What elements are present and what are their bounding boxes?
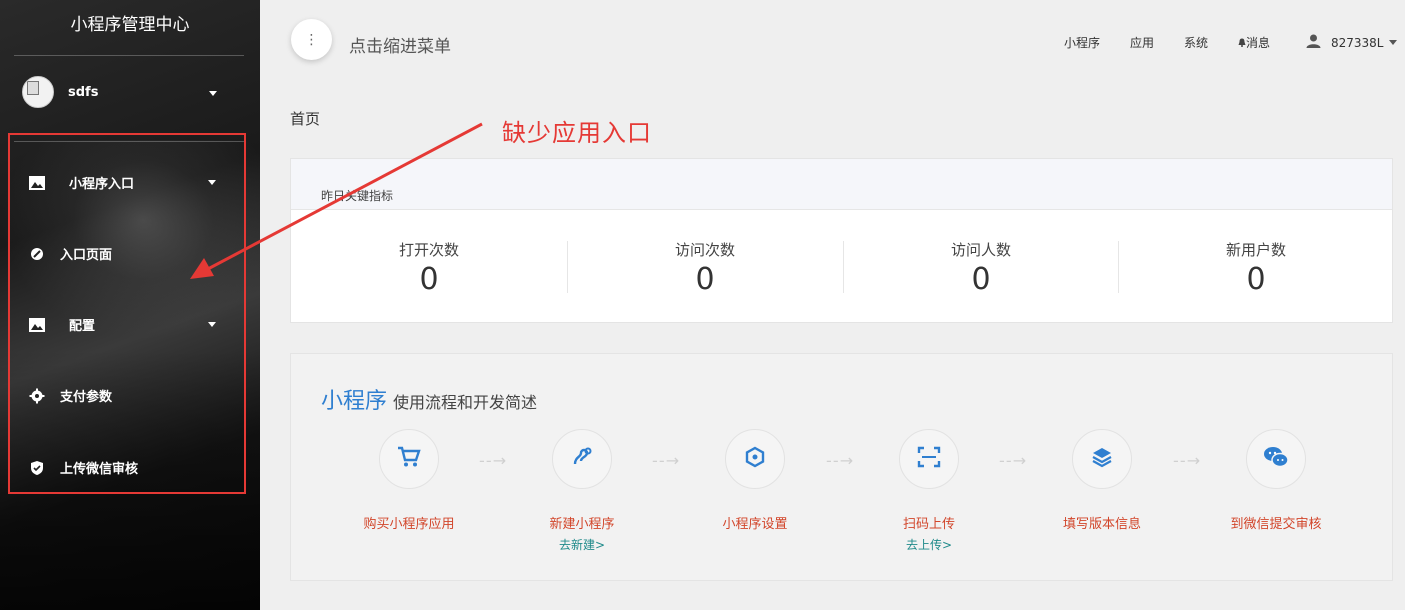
arrow-right-icon: - - → [1173, 451, 1200, 470]
step-label: 扫码上传 [902, 517, 955, 532]
step-label: 填写版本信息 [1062, 517, 1141, 532]
step-label: 购买小程序应用 [363, 517, 455, 532]
account-name: 827338L [1331, 35, 1384, 50]
step-settings: 小程序设置 [685, 429, 825, 536]
layers-icon [1091, 446, 1113, 472]
step-buy: 购买小程序应用 [339, 429, 479, 536]
step-icon-circle [1246, 429, 1306, 489]
user-name: sdfs [68, 84, 99, 100]
scan-icon [917, 446, 941, 472]
avatar[interactable] [22, 76, 54, 108]
user-profile[interactable]: sdfs [22, 76, 222, 108]
step-create: 新建小程序 去新建> [512, 429, 652, 553]
metric-visits: 访问次数 0 [567, 239, 843, 297]
metric-label: 访问次数 [674, 241, 735, 259]
arrow-right-icon: - - → [999, 451, 1026, 470]
arrow-right-icon: - - → [826, 451, 853, 470]
step-wechat-review: 到微信提交审核 [1206, 429, 1346, 536]
metric-label: 打开次数 [398, 241, 459, 259]
wechat-icon [1263, 446, 1289, 472]
metric-value: 0 [1246, 262, 1266, 297]
nav-label: 应用 [1130, 36, 1155, 50]
metrics-panel: 昨日关键指标 打开次数 0 访问次数 0 访问人数 0 新用户数 0 [290, 158, 1393, 323]
metric-value: 0 [971, 262, 991, 297]
step-label: 小程序设置 [722, 517, 788, 532]
metric-label: 新用户数 [1225, 241, 1286, 259]
annotation-text: 缺少应用入口 [502, 119, 652, 147]
cart-icon [397, 446, 421, 472]
bell-icon [1238, 36, 1246, 50]
nav-label: 系统 [1184, 36, 1209, 50]
arrow-right-icon: - - → [652, 451, 679, 470]
process-panel: 小程序 使用流程和开发简述 购买小程序应用 - - → 新建小程序 去新建> -… [290, 353, 1393, 581]
sidebar-brand: 小程序管理中心 [70, 15, 190, 35]
topbar: ⋮ 点击缩进菜单 小程序 应用 系统 消息 827338L [260, 0, 1405, 85]
metric-visitors: 访问人数 0 [843, 239, 1119, 297]
metric-new-users: 新用户数 0 [1118, 239, 1394, 297]
menu-toggle-button[interactable]: ⋮ [291, 19, 332, 60]
step-icon-circle [379, 429, 439, 489]
step-label: 到微信提交审核 [1230, 517, 1322, 532]
nav-label: 小程序 [1064, 36, 1101, 50]
process-title-sub: 使用流程和开发简述 [393, 393, 538, 412]
step-icon-circle [725, 429, 785, 489]
breadcrumb[interactable]: 首页 [290, 108, 320, 129]
sidebar-divider [14, 55, 244, 56]
process-title: 小程序 使用流程和开发简述 [321, 383, 537, 415]
step-version-info: 填写版本信息 [1032, 429, 1172, 536]
step-scan-upload: 扫码上传 去上传> [859, 429, 999, 553]
step-link[interactable]: 去新建> [512, 536, 652, 553]
chevron-down-icon[interactable] [209, 91, 217, 96]
nav-miniprogram[interactable]: 小程序 [1064, 34, 1100, 51]
process-title-main: 小程序 [321, 389, 388, 414]
metric-opens: 打开次数 0 [291, 239, 567, 297]
step-link[interactable]: 去上传> [859, 536, 999, 553]
nav-apps[interactable]: 应用 [1130, 34, 1154, 51]
annotation-highlight-box [8, 133, 246, 494]
metric-value: 0 [695, 262, 715, 297]
menu-toggle-label: 点击缩进菜单 [349, 37, 451, 57]
hexagon-icon [744, 446, 766, 472]
link-chain-icon [571, 446, 593, 472]
metric-value: 0 [419, 262, 439, 297]
arrow-right-icon: - - → [479, 451, 506, 470]
nav-system[interactable]: 系统 [1184, 34, 1208, 51]
step-icon-circle [899, 429, 959, 489]
more-vertical-icon: ⋮ [304, 31, 319, 48]
nav-messages[interactable]: 消息 [1238, 34, 1270, 51]
step-icon-circle [1072, 429, 1132, 489]
step-label: 新建小程序 [549, 517, 615, 532]
user-icon [1306, 34, 1321, 51]
metrics-title: 昨日关键指标 [291, 159, 1392, 210]
account-menu[interactable]: 827338L [1306, 34, 1397, 51]
chevron-down-icon [1388, 40, 1397, 45]
nav-label: 消息 [1246, 36, 1271, 50]
step-icon-circle [552, 429, 612, 489]
metric-label: 访问人数 [950, 241, 1011, 259]
